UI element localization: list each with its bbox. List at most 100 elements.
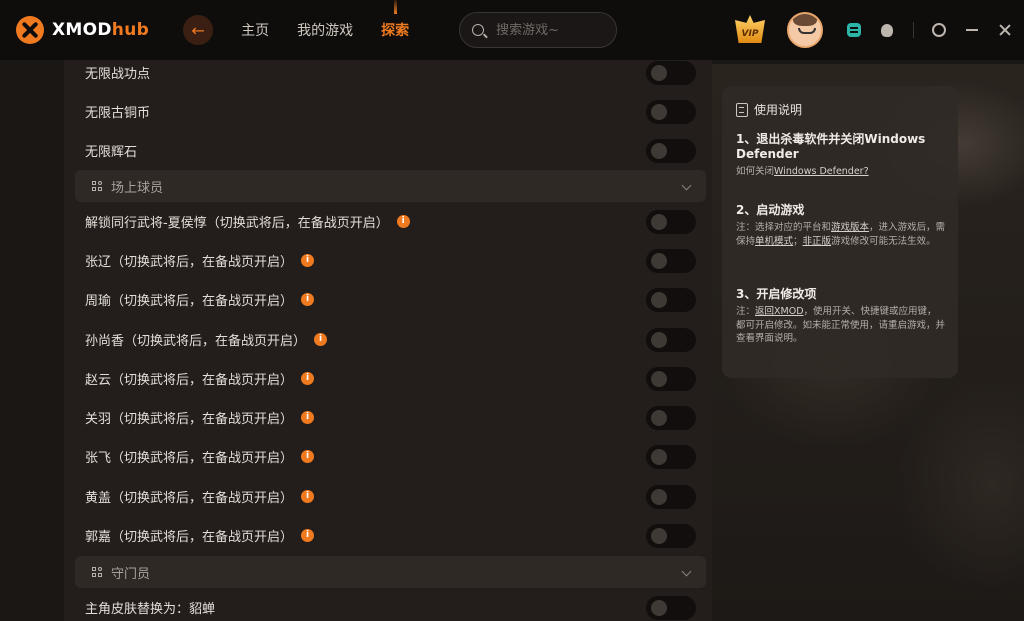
back-button[interactable]: ← — [183, 15, 214, 45]
cheat-row: 解锁同行武将-夏侯惇（切换武将后，在备战页开启） i — [64, 202, 712, 241]
cheat-toggle[interactable] — [646, 138, 696, 163]
cheat-label: 解锁同行武将-夏侯惇（切换武将后，在备战页开启） — [85, 216, 389, 231]
info-icon[interactable]: i — [301, 254, 315, 267]
nav-home[interactable]: 主页 — [241, 20, 269, 40]
arrow-left-icon: ← — [191, 20, 205, 40]
cheat-row: 无限辉石 — [64, 131, 712, 170]
cheat-toggle[interactable] — [646, 523, 696, 548]
category-icon — [92, 180, 103, 192]
settings-icon[interactable] — [932, 23, 946, 37]
cheat-label: 关羽（切换武将后，在备战页开启） — [85, 412, 294, 427]
step-3-note: 注：返回XMOD，使用开关、快捷键或应用键，都可开启修改。如未能正常使用，请重启… — [736, 305, 946, 346]
step-1: 1、退出杀毒软件并关闭Windows Defender 如何关闭Windows … — [736, 132, 946, 179]
cheat-toggle[interactable] — [646, 60, 696, 85]
section-header-keeper[interactable]: 守门员 — [75, 556, 706, 588]
step-3-title: 3、开启修改项 — [736, 287, 817, 301]
cheat-toggle[interactable] — [646, 327, 696, 352]
search-box[interactable] — [459, 12, 618, 48]
notification-icon[interactable] — [881, 23, 893, 37]
cheat-row: 周瑜（切换武将后，在备战页开启） i — [64, 280, 712, 319]
cheat-toggle[interactable] — [646, 99, 696, 124]
app-title: XMODhub — [52, 20, 149, 40]
cheat-list-panel: 无限战功点 无限古铜币 无限辉石 场上球员 解锁同行武将-夏侯惇（切换武将后，在… — [64, 60, 712, 621]
cheat-label: 无限古铜币 — [85, 106, 151, 121]
vip-badge[interactable]: VIP — [733, 15, 767, 45]
nav-explore[interactable]: 探索 — [381, 0, 409, 40]
cheat-toggle[interactable] — [646, 366, 696, 391]
return-xmod-link[interactable]: 返回XMOD — [755, 306, 804, 317]
cheat-toggle[interactable] — [646, 287, 696, 312]
info-icon[interactable]: i — [301, 372, 315, 385]
cheat-toggle[interactable] — [646, 248, 696, 273]
chevron-down-icon — [681, 566, 692, 577]
cheat-label: 孙尚香（切换武将后，在备战页开启） — [85, 334, 307, 349]
cheat-row: 赵云（切换武将后，在备战页开启） i — [64, 359, 712, 398]
cheat-row: 黄盖（切换武将后，在备战页开启） i — [64, 477, 712, 516]
cheat-toggle[interactable] — [646, 444, 696, 469]
non-genuine-link[interactable]: 非正版 — [803, 236, 832, 247]
cheat-label: 周瑜（切换武将后，在备战页开启） — [85, 294, 294, 309]
cheat-label: 赵云（切换武将后，在备战页开启） — [85, 373, 294, 388]
instructions-title: 使用说明 — [754, 103, 803, 117]
game-version-link[interactable]: 游戏版本 — [831, 222, 869, 233]
info-icon[interactable]: i — [301, 529, 315, 542]
info-icon[interactable]: i — [301, 490, 315, 503]
top-bar: XMODhub ← 主页 我的游戏 探索 VIP — [0, 0, 1024, 60]
main-nav: 主页 我的游戏 探索 — [241, 0, 409, 40]
cheat-row: 无限战功点 — [64, 60, 712, 92]
search-icon — [472, 24, 485, 36]
minimize-icon[interactable] — [966, 29, 978, 31]
app-logo[interactable]: XMODhub — [16, 16, 149, 44]
disable-defender-link[interactable]: Windows Defender? — [774, 166, 869, 177]
section-title: 守门员 — [111, 566, 151, 582]
note-text: ； — [793, 235, 803, 247]
note-text: 注：选择对应的平台和 — [736, 222, 832, 233]
cheat-toggle[interactable] — [646, 484, 696, 509]
close-icon[interactable] — [998, 23, 1012, 37]
cheat-row: 孙尚香（切换武将后，在备战页开启） i — [64, 320, 712, 359]
info-icon[interactable]: i — [301, 293, 315, 306]
cheat-row: 主角皮肤替换为：貂蝉 — [64, 588, 712, 621]
xmod-logo-icon — [16, 16, 44, 44]
note-text: 游戏修改可能无法生效。 — [831, 235, 936, 247]
info-icon[interactable]: i — [301, 450, 315, 463]
user-avatar[interactable] — [787, 12, 823, 48]
section-title: 场上球员 — [111, 180, 164, 196]
step-3: 3、开启修改项 注：返回XMOD，使用开关、快捷键或应用键，都可开启修改。如未能… — [736, 287, 946, 346]
cheat-label: 郭嘉（切换武将后，在备战页开启） — [85, 530, 294, 545]
instructions-header: 使用说明 — [736, 101, 802, 118]
info-icon[interactable]: i — [314, 333, 328, 346]
app-menu-icon[interactable] — [847, 23, 861, 37]
cheat-row: 关羽（切换武将后，在备战页开启） i — [64, 398, 712, 437]
cheat-label: 张飞（切换武将后，在备战页开启） — [85, 451, 294, 466]
note-text: 注： — [736, 306, 756, 317]
step-1-note-text: 如何关闭 — [736, 166, 775, 177]
document-icon — [736, 102, 748, 117]
info-icon[interactable]: i — [396, 215, 410, 228]
cheat-label: 张辽（切换武将后，在备战页开启） — [85, 255, 294, 270]
step-2: 2、启动游戏 注：选择对应的平台和游戏版本，进入游戏后，需保持单机模式；非正版游… — [736, 203, 946, 248]
search-input[interactable] — [494, 21, 609, 39]
info-icon[interactable]: i — [301, 411, 315, 424]
cheat-row: 无限古铜币 — [64, 92, 712, 131]
single-player-link[interactable]: 单机模式 — [755, 236, 793, 247]
cheat-label: 无限战功点 — [85, 67, 151, 82]
section-header-players[interactable]: 场上球员 — [75, 170, 706, 202]
cheat-label: 黄盖（切换武将后，在备战页开启） — [85, 491, 294, 506]
vip-label: VIP — [741, 29, 759, 39]
toolbar-divider — [913, 22, 914, 38]
cheat-toggle[interactable] — [646, 405, 696, 430]
brand-main: XMOD — [52, 20, 112, 40]
cheat-label: 无限辉石 — [85, 145, 138, 160]
window-controls: VIP — [733, 0, 1024, 60]
cheat-toggle[interactable] — [646, 595, 696, 620]
nav-my-games[interactable]: 我的游戏 — [297, 20, 353, 40]
step-1-title: 1、退出杀毒软件并关闭Windows Defender — [736, 132, 926, 161]
cheat-toggle[interactable] — [646, 209, 696, 234]
step-2-title: 2、启动游戏 — [736, 203, 805, 217]
cheat-row: 张辽（切换武将后，在备战页开启） i — [64, 241, 712, 280]
cheat-row: 郭嘉（切换武将后，在备战页开启） i — [64, 516, 712, 555]
cheat-label: 主角皮肤替换为：貂蝉 — [85, 602, 216, 617]
brand-accent: hub — [111, 20, 150, 40]
category-icon — [92, 566, 103, 578]
